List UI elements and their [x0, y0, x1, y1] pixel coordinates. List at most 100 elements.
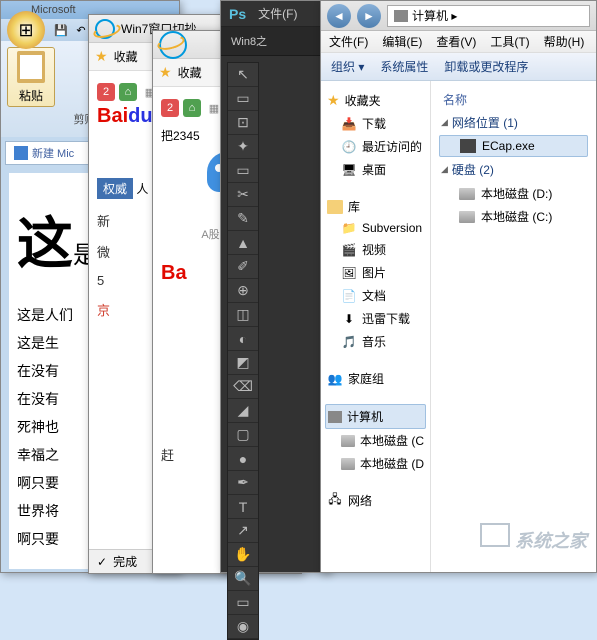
ps-tool[interactable]: ▭	[228, 591, 258, 615]
favorites-label[interactable]: 收藏	[114, 48, 138, 65]
item-icon: 🎵	[341, 335, 357, 349]
undo-icon[interactable]: ↶	[73, 22, 89, 38]
status-check-icon: ✓	[97, 555, 107, 569]
tree-item[interactable]: 📁Subversion	[339, 218, 426, 238]
explorer-titlebar: ◄ ► 计算机 ▸	[321, 1, 596, 31]
explorer-tree: ★收藏夹 📥下载🕘最近访问的🖥桌面 库 📁Subversion🎬视频🖼图片📄文档…	[321, 81, 431, 572]
computer-icon	[328, 411, 342, 423]
favorites-star-icon[interactable]: ★	[95, 48, 108, 65]
library-icon	[327, 200, 343, 214]
save-icon[interactable]: 💾	[53, 22, 69, 38]
ps-tool[interactable]: ◩	[228, 351, 258, 375]
photoshop-window: Ps 文件(F) Win8之 ↖▭⊡✦▭✂✎▲✐⊕◫◐◩⌫◢▢●✒T↗✋🔍▭◉	[220, 0, 330, 573]
nav-icon[interactable]: 2	[161, 99, 179, 117]
ps-tool[interactable]: ⊡	[228, 111, 258, 135]
explorer-body: ★收藏夹 📥下载🕘最近访问的🖥桌面 库 📁Subversion🎬视频🖼图片📄文档…	[321, 81, 596, 572]
ps-file-menu[interactable]: 文件(F)	[258, 5, 297, 22]
ps-tool[interactable]: ✒	[228, 471, 258, 495]
tree-item[interactable]: 本地磁盘 (D	[339, 452, 426, 475]
ps-tool[interactable]: ✋	[228, 543, 258, 567]
home-icon[interactable]: ⌂	[183, 99, 201, 117]
tree-homegroup[interactable]: 👥家庭组	[325, 367, 426, 390]
paste-button[interactable]: 粘贴	[7, 47, 55, 107]
drive-icon	[341, 458, 355, 470]
ps-tool[interactable]: ✐	[228, 255, 258, 279]
office-button[interactable]: ⊞	[7, 11, 45, 49]
tree-item[interactable]: 🖥桌面	[339, 158, 426, 181]
ps-tool[interactable]: T	[228, 495, 258, 519]
tree-item[interactable]: ⬇迅雷下载	[339, 307, 426, 330]
menu-item[interactable]: 文件(F)	[329, 33, 368, 50]
network-icon: 🖧	[327, 494, 343, 508]
home-icon[interactable]: ⌂	[119, 83, 137, 101]
ps-tool[interactable]: ✂	[228, 183, 258, 207]
favorites-star-icon[interactable]: ★	[159, 64, 172, 81]
tree-favorites[interactable]: ★收藏夹	[325, 89, 426, 112]
ps-tool[interactable]: ▭	[228, 159, 258, 183]
ps-tool[interactable]: ◐	[228, 327, 258, 351]
ps-tool[interactable]: ●	[228, 447, 258, 471]
tree-item[interactable]: 🕘最近访问的	[339, 135, 426, 158]
ps-tool[interactable]: ⊕	[228, 279, 258, 303]
ps-tool[interactable]: ▢	[228, 423, 258, 447]
nav-forward-button[interactable]: ►	[357, 4, 381, 28]
ps-tool[interactable]: ✎	[228, 207, 258, 231]
menu-item[interactable]: 编辑(E)	[382, 33, 422, 50]
address-bar[interactable]: 计算机 ▸	[387, 5, 590, 27]
list-item[interactable]: 本地磁盘 (C:)	[439, 205, 588, 228]
drive-icon	[459, 211, 475, 223]
command-item[interactable]: 组织 ▾	[331, 58, 364, 75]
menu-item[interactable]: 帮助(H)	[544, 33, 585, 50]
large-char: 这	[17, 214, 73, 276]
ps-tool[interactable]: ⌫	[228, 375, 258, 399]
ps-tool[interactable]: ↗	[228, 519, 258, 543]
tree-library[interactable]: 库	[325, 195, 426, 218]
collapse-icon: ◢	[441, 117, 448, 128]
item-icon: 🕘	[341, 140, 357, 154]
ps-tool[interactable]: ▲	[228, 231, 258, 255]
auth-badge: 权威	[97, 178, 133, 199]
item-icon: 🎬	[341, 243, 357, 257]
tree-item[interactable]: 🎵音乐	[339, 330, 426, 353]
tree-item[interactable]: 本地磁盘 (C	[339, 429, 426, 452]
ps-tool[interactable]: ◫	[228, 303, 258, 327]
ps-tool[interactable]: ▭	[228, 87, 258, 111]
ps-document-tab[interactable]: Win8之	[221, 27, 329, 56]
item-icon: 📄	[341, 289, 357, 303]
command-item[interactable]: 卸载或更改程序	[444, 58, 528, 75]
computer-icon	[394, 10, 408, 22]
list-item[interactable]: 本地磁盘 (D:)	[439, 182, 588, 205]
list-group-network[interactable]: ◢网络位置 (1)	[439, 110, 588, 135]
menu-item[interactable]: 工具(T)	[490, 33, 529, 50]
tree-item[interactable]: 🎬视频	[339, 238, 426, 261]
list-item[interactable]: ECap.exe	[439, 135, 588, 157]
explorer-window: ◄ ► 计算机 ▸ 文件(F) 编辑(E) 查看(V) 工具(T) 帮助(H) 组织 ▾…	[320, 0, 597, 573]
ps-tool[interactable]: ↖	[228, 63, 258, 87]
tree-computer[interactable]: 计算机	[325, 404, 426, 429]
nav-back-button[interactable]: ◄	[327, 4, 351, 28]
ps-tool[interactable]: ◢	[228, 399, 258, 423]
ps-tool[interactable]: ✦	[228, 135, 258, 159]
tree-item[interactable]: 🖼图片	[339, 261, 426, 284]
star-icon: ★	[327, 92, 340, 109]
ps-tool[interactable]: 🔍	[228, 567, 258, 591]
ps-tool[interactable]: ◉	[228, 615, 258, 639]
command-item[interactable]: 系统属性	[380, 58, 428, 75]
exe-icon	[460, 139, 476, 153]
tree-item[interactable]: 📄文档	[339, 284, 426, 307]
column-header-name[interactable]: 名称	[439, 89, 588, 110]
clipboard-icon	[17, 51, 45, 83]
favorites-label[interactable]: 收藏	[178, 64, 202, 81]
list-group-drives[interactable]: ◢硬盘 (2)	[439, 157, 588, 182]
doc-icon	[14, 146, 28, 160]
tree-item[interactable]: 📥下载	[339, 112, 426, 135]
tree-network[interactable]: 🖧网络	[325, 489, 426, 512]
collapse-icon: ◢	[441, 164, 448, 175]
explorer-command-bar: 组织 ▾ 系统属性卸载或更改程序	[321, 53, 596, 81]
explorer-menubar: 文件(F) 编辑(E) 查看(V) 工具(T) 帮助(H)	[321, 31, 596, 53]
menu-item[interactable]: 查看(V)	[436, 33, 476, 50]
explorer-list: 名称 ◢网络位置 (1) ECap.exe ◢硬盘 (2) 本地磁盘 (D:)本…	[431, 81, 596, 572]
nav-icon[interactable]: 2	[97, 83, 115, 101]
breadcrumb[interactable]: 计算机 ▸	[412, 7, 457, 24]
paste-label: 粘贴	[19, 87, 43, 104]
